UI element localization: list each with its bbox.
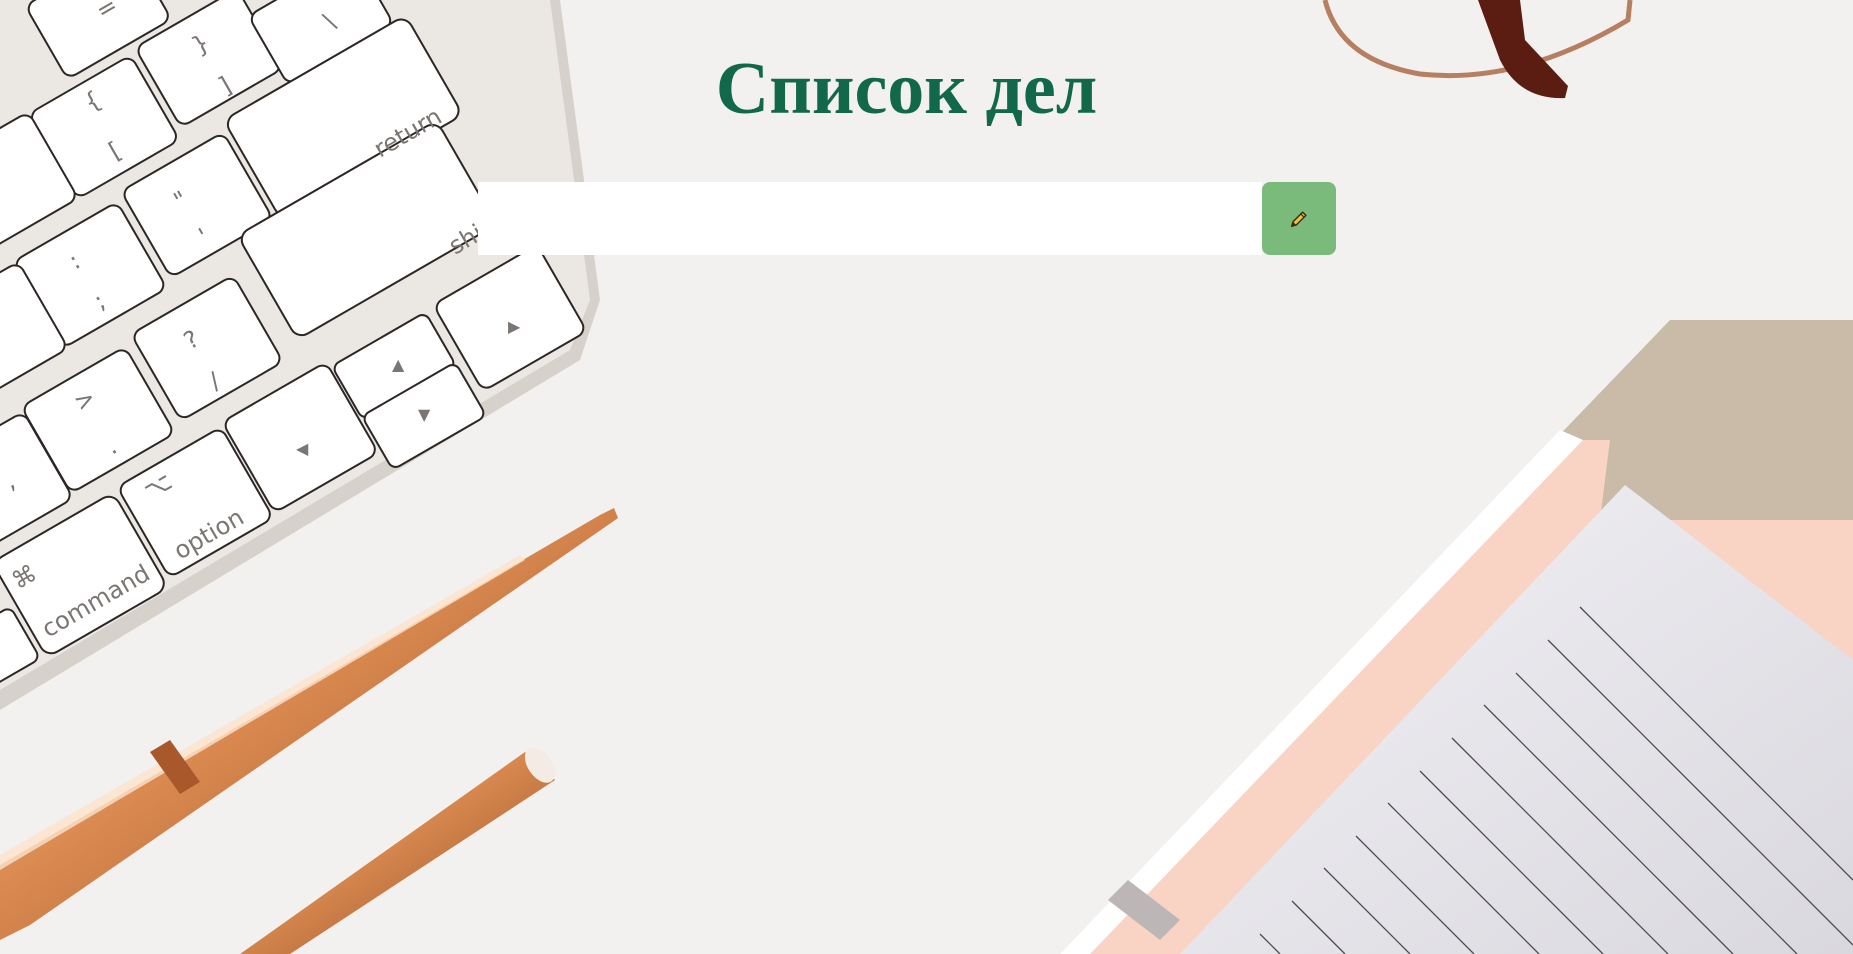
page-title: Список дел xyxy=(715,48,1098,130)
svg-text:▶: ▶ xyxy=(508,317,521,336)
todo-input[interactable] xyxy=(478,182,1262,255)
desk-background: = } ] { [ \ return " ' : ; shi ? / > . ▲… xyxy=(0,0,1853,954)
svg-text:◀: ◀ xyxy=(296,439,309,458)
pencil-icon xyxy=(1290,210,1307,227)
add-todo-button[interactable] xyxy=(1262,182,1336,255)
add-todo-form xyxy=(478,182,1336,255)
svg-text:▼: ▼ xyxy=(418,405,431,424)
svg-text:▲: ▲ xyxy=(392,355,405,374)
